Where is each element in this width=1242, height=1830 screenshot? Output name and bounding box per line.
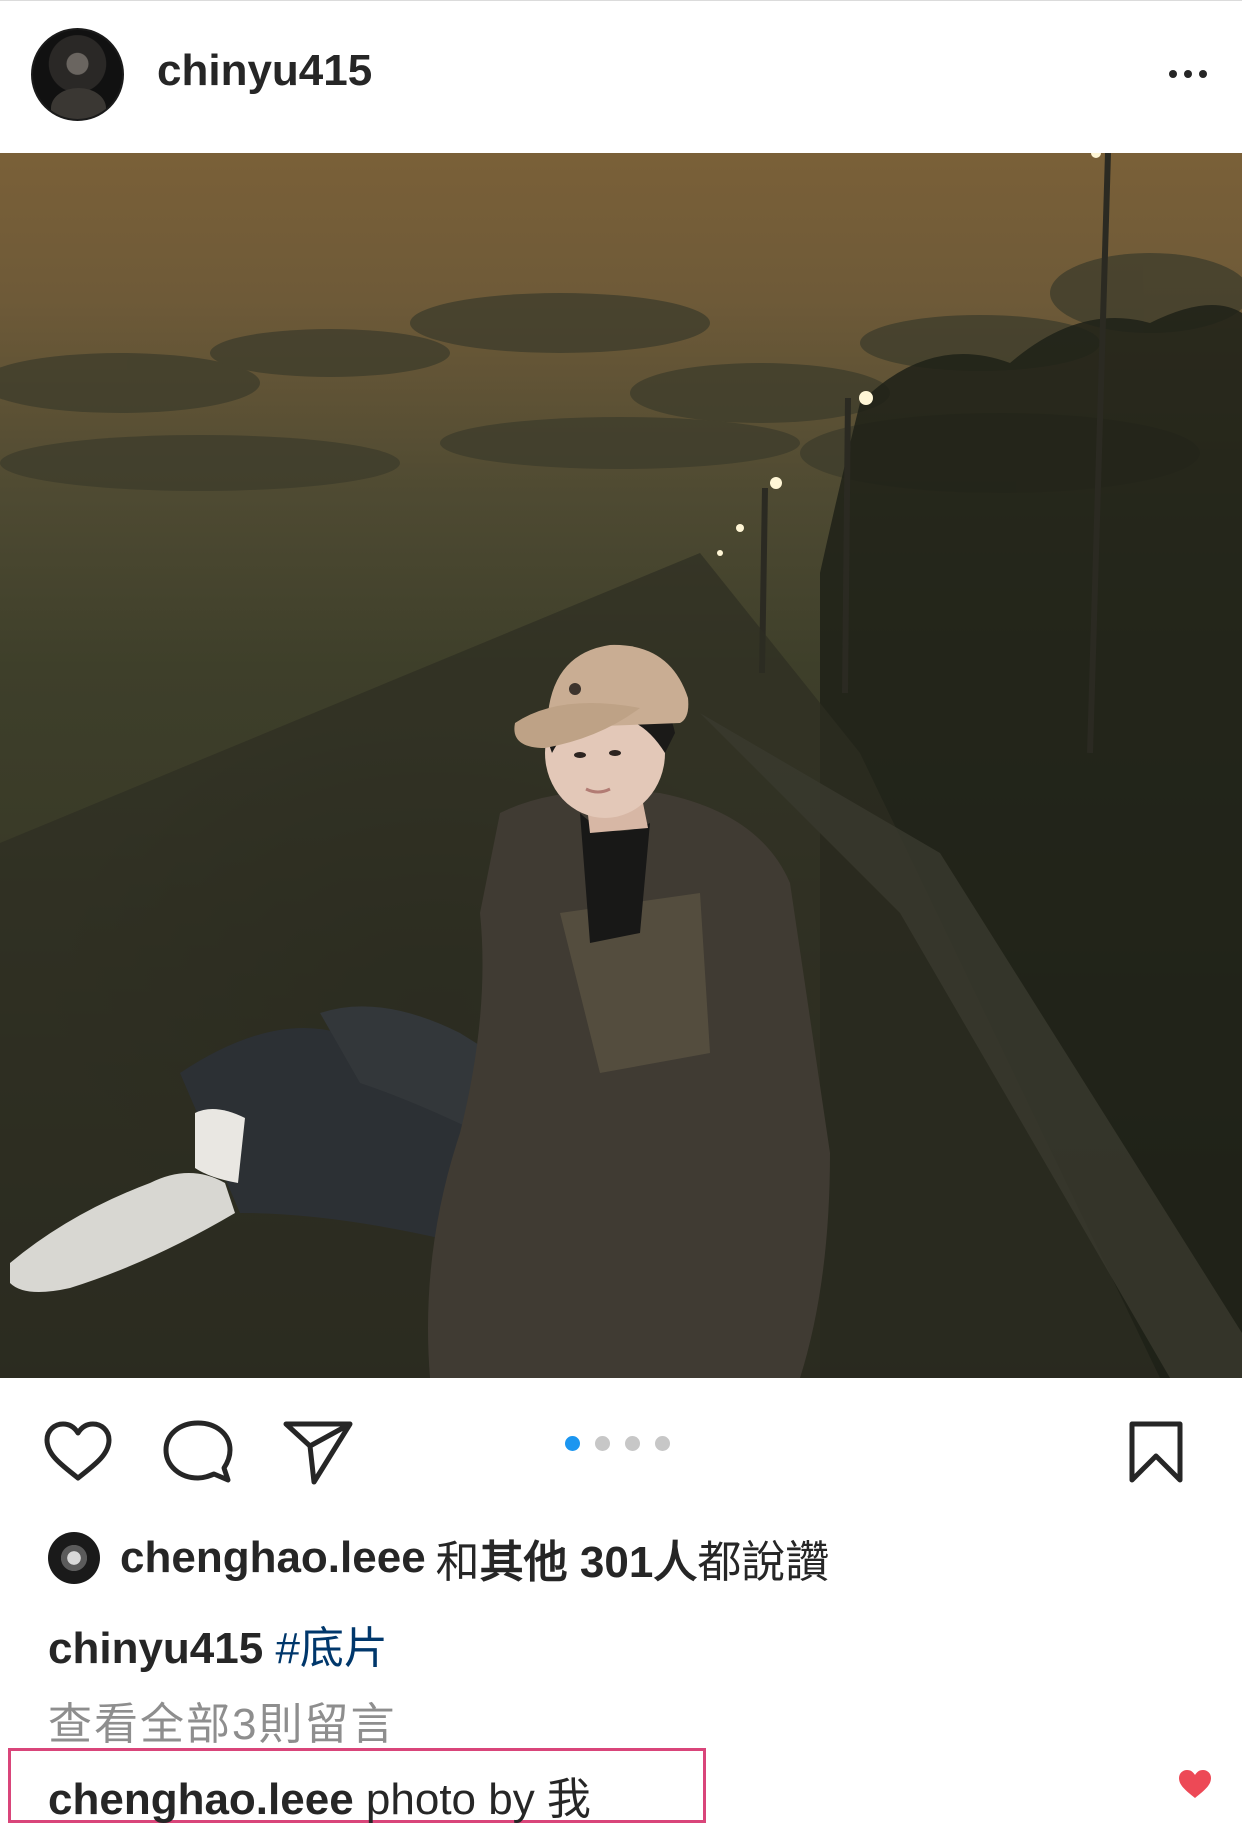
author-avatar[interactable] bbox=[31, 28, 124, 121]
bookmark-icon[interactable] bbox=[1126, 1420, 1186, 1484]
like-heart-icon[interactable] bbox=[42, 1420, 114, 1484]
carousel-dot bbox=[625, 1436, 640, 1451]
view-all-comments-link[interactable]: 查看全部3則留言 bbox=[48, 1688, 396, 1752]
carousel-dot bbox=[655, 1436, 670, 1451]
more-options-icon[interactable] bbox=[1158, 49, 1218, 99]
post-header: chinyu415 bbox=[0, 0, 1242, 153]
likes-connector: 和 bbox=[435, 1538, 480, 1587]
latest-comment: chenghao.leee photo by 我 bbox=[48, 1763, 591, 1827]
carousel-dot bbox=[595, 1436, 610, 1451]
comment-icon[interactable] bbox=[162, 1418, 234, 1486]
caption-author[interactable]: chinyu415 bbox=[48, 1624, 263, 1673]
likes-summary[interactable]: chenghao.leee 和 其他 301人 都說讚 bbox=[48, 1530, 829, 1587]
carousel-dot bbox=[565, 1436, 580, 1451]
post-photo[interactable] bbox=[0, 153, 1242, 1378]
author-username[interactable]: chinyu415 bbox=[157, 46, 372, 96]
share-icon[interactable] bbox=[282, 1418, 354, 1486]
liker-username[interactable]: chenghao.leee bbox=[120, 1533, 426, 1583]
comment-like-heart-icon[interactable] bbox=[1177, 1768, 1213, 1800]
photo-scene bbox=[0, 153, 1242, 1378]
comment-text: photo by 我 bbox=[365, 1775, 591, 1824]
caption-hashtag[interactable]: #底片 bbox=[275, 1624, 387, 1673]
comment-author[interactable]: chenghao.leee bbox=[48, 1775, 354, 1824]
liker-avatar[interactable] bbox=[48, 1532, 100, 1584]
likes-others-count[interactable]: 其他 301人 bbox=[480, 1526, 698, 1590]
post-caption: chinyu415 #底片 bbox=[48, 1612, 388, 1676]
carousel-indicator bbox=[565, 1436, 670, 1451]
likes-suffix: 都說讚 bbox=[697, 1538, 830, 1587]
